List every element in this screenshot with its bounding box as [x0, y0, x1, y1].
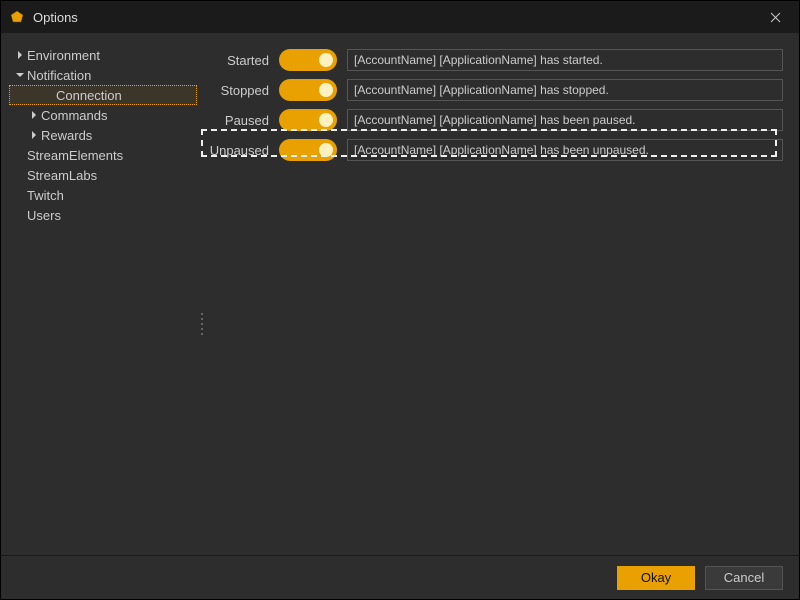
- tree-label: Environment: [27, 48, 100, 63]
- tree-label: StreamElements: [27, 148, 123, 163]
- tree-label: Twitch: [27, 188, 64, 203]
- tree-item-connection[interactable]: Connection: [9, 85, 197, 105]
- chevron-down-icon: [13, 71, 27, 79]
- toggle-unpaused[interactable]: [279, 139, 337, 161]
- message-input-unpaused[interactable]: [347, 139, 783, 161]
- setting-row-paused: Paused: [209, 105, 783, 135]
- window-title: Options: [33, 10, 759, 25]
- sidebar: Environment Notification Connection Comm…: [1, 33, 201, 555]
- toggle-started[interactable]: [279, 49, 337, 71]
- toggle-knob: [319, 113, 333, 127]
- chevron-right-icon: [13, 51, 27, 59]
- tree-label: Commands: [41, 108, 107, 123]
- message-input-stopped[interactable]: [347, 79, 783, 101]
- tree-item-streamlabs[interactable]: StreamLabs: [9, 165, 197, 185]
- content-pane: Started Stopped Paused Unpaused: [201, 33, 799, 555]
- chevron-right-icon: [27, 111, 41, 119]
- options-window: Options Environment Notification Connect…: [0, 0, 800, 600]
- message-input-started[interactable]: [347, 49, 783, 71]
- tree-label: Users: [27, 208, 61, 223]
- footer: Okay Cancel: [1, 555, 799, 599]
- titlebar: Options: [1, 1, 799, 33]
- tree-label: Notification: [27, 68, 91, 83]
- tree-item-users[interactable]: Users: [9, 205, 197, 225]
- ok-label: Okay: [641, 570, 671, 585]
- toggle-knob: [319, 83, 333, 97]
- tree-item-streamelements[interactable]: StreamElements: [9, 145, 197, 165]
- tree-label: Connection: [56, 88, 122, 103]
- setting-label: Unpaused: [209, 143, 269, 158]
- body: Environment Notification Connection Comm…: [1, 33, 799, 555]
- toggle-knob: [319, 53, 333, 67]
- close-button[interactable]: [759, 1, 791, 33]
- setting-row-started: Started: [209, 45, 783, 75]
- app-icon: [9, 9, 25, 25]
- tree-label: Rewards: [41, 128, 92, 143]
- tree-item-commands[interactable]: Commands: [9, 105, 197, 125]
- tree-item-notification[interactable]: Notification: [9, 65, 197, 85]
- ok-button[interactable]: Okay: [617, 566, 695, 590]
- setting-label: Paused: [209, 113, 269, 128]
- tree-item-environment[interactable]: Environment: [9, 45, 197, 65]
- cancel-label: Cancel: [724, 570, 764, 585]
- setting-label: Started: [209, 53, 269, 68]
- tree-item-rewards[interactable]: Rewards: [9, 125, 197, 145]
- tree-label: StreamLabs: [27, 168, 97, 183]
- setting-label: Stopped: [209, 83, 269, 98]
- toggle-paused[interactable]: [279, 109, 337, 131]
- chevron-right-icon: [27, 131, 41, 139]
- tree-item-twitch[interactable]: Twitch: [9, 185, 197, 205]
- cancel-button[interactable]: Cancel: [705, 566, 783, 590]
- toggle-stopped[interactable]: [279, 79, 337, 101]
- setting-row-unpaused: Unpaused: [209, 135, 783, 165]
- message-input-paused[interactable]: [347, 109, 783, 131]
- toggle-knob: [319, 143, 333, 157]
- setting-row-stopped: Stopped: [209, 75, 783, 105]
